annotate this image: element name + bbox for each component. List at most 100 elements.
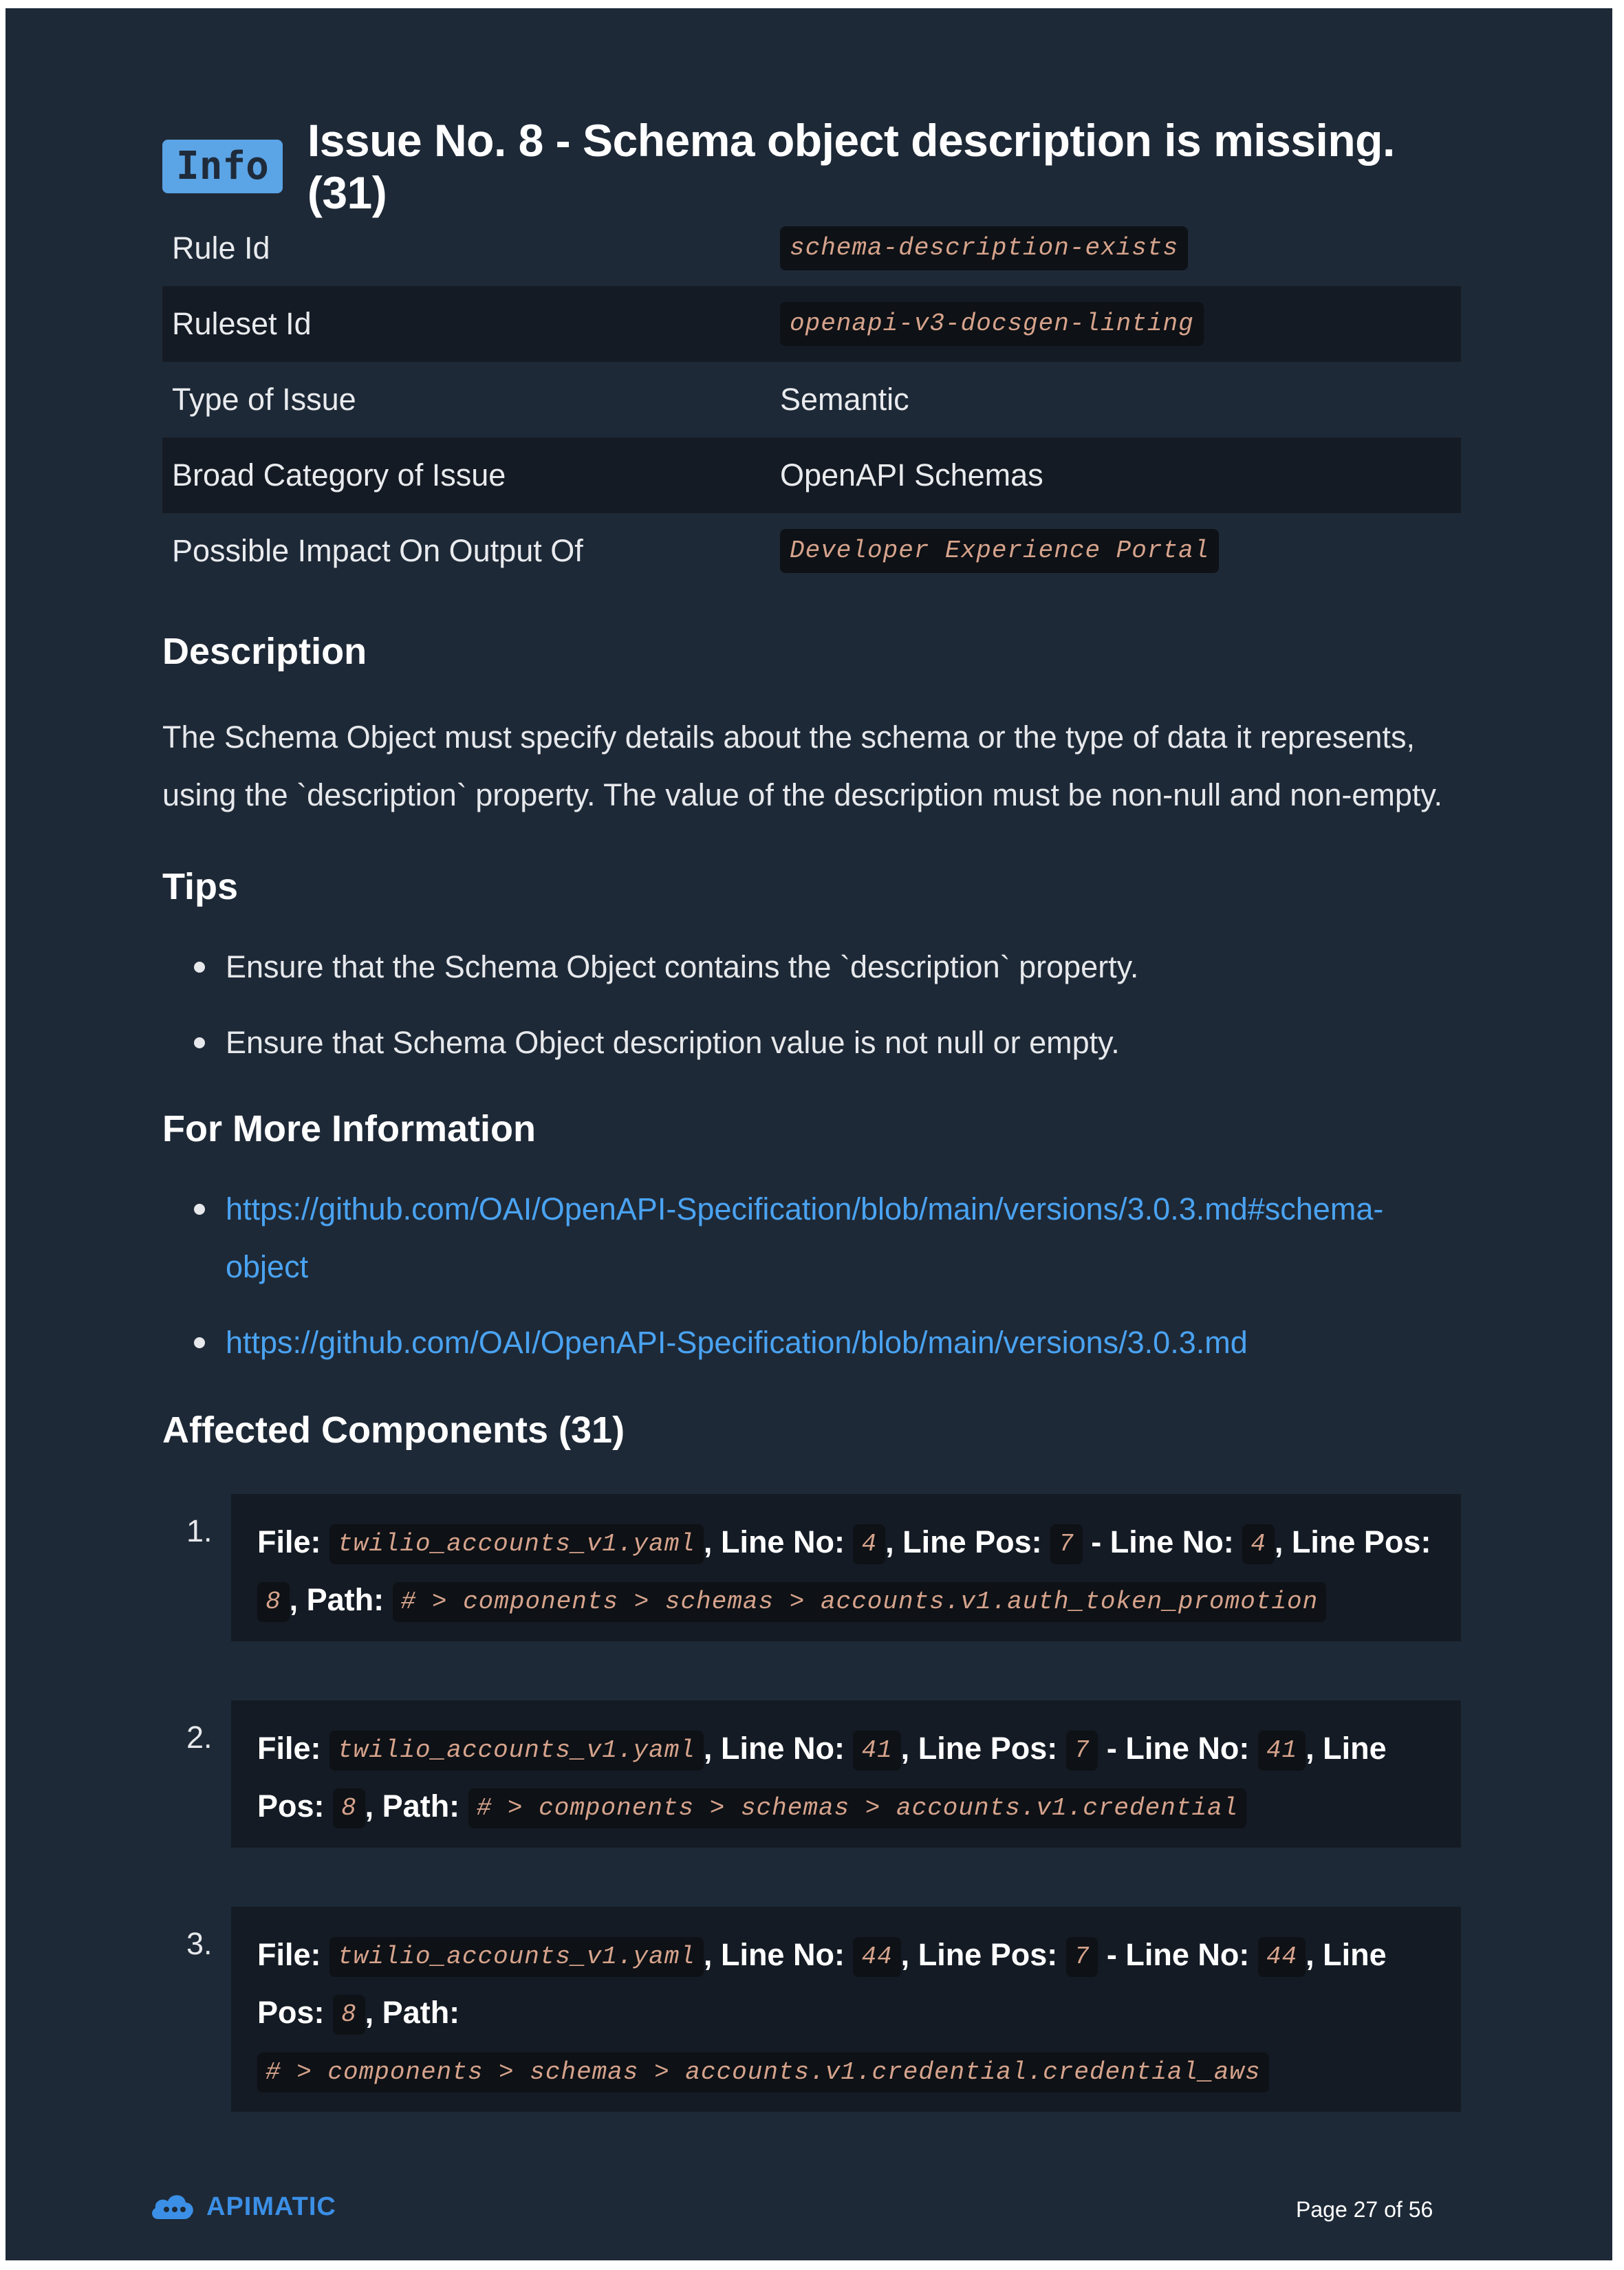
- separator: ,: [1274, 1524, 1284, 1559]
- line-no-label: Line No:: [720, 1524, 845, 1559]
- separator: -: [1106, 1937, 1117, 1972]
- line-no-label: Line No:: [1125, 1937, 1250, 1972]
- line-pos-label: Line Pos:: [902, 1524, 1042, 1559]
- separator: ,: [703, 1731, 713, 1766]
- bullet-icon: [194, 1337, 205, 1348]
- end-line: 4: [1242, 1524, 1275, 1565]
- separator: ,: [885, 1524, 894, 1559]
- list-item: https://github.com/OAI/OpenAPI-Specifica…: [162, 1180, 1461, 1296]
- separator: ,: [365, 1788, 374, 1824]
- info-key: Possible Impact On Output Of: [172, 533, 583, 568]
- list-item: Ensure that the Schema Object contains t…: [162, 938, 1461, 996]
- end-pos: 8: [257, 1582, 290, 1623]
- page: Info Issue No. 8 - Schema object descrip…: [6, 8, 1612, 2260]
- info-value: schema-description-exists: [780, 210, 1461, 286]
- line-pos-label: Line Pos:: [918, 1731, 1058, 1766]
- issue-title: Issue No. 8 - Schema object description …: [307, 115, 1395, 218]
- separator: ,: [703, 1937, 713, 1972]
- line-no-label: Line No:: [1109, 1524, 1234, 1559]
- spec-link[interactable]: https://github.com/OAI/OpenAPI-Specifica…: [226, 1325, 1248, 1360]
- item-number: 1.: [186, 1513, 213, 1548]
- path-label: Path:: [306, 1582, 385, 1617]
- component-details: File: twilio_accounts_v1.yaml, Line No: …: [231, 1700, 1461, 1848]
- end-line: 41: [1257, 1731, 1306, 1771]
- affected-component-3: 3. File: twilio_accounts_v1.yaml, Line N…: [162, 1907, 1461, 2112]
- start-line: 41: [853, 1731, 901, 1771]
- schema-path: # > components > schemas > accounts.v1.c…: [257, 2053, 1269, 2093]
- info-row-impact: Possible Impact On Output Of Developer E…: [162, 513, 1461, 589]
- severity-badge: Info: [162, 140, 283, 193]
- issue-info-table: Rule Id schema-description-exists Rulese…: [162, 210, 1461, 589]
- separator: ,: [703, 1524, 713, 1559]
- info-key: Type of Issue: [172, 382, 356, 417]
- line-no-label: Line No:: [1125, 1731, 1250, 1766]
- schema-path: # > components > schemas > accounts.v1.a…: [392, 1582, 1327, 1623]
- tip-text: Ensure that Schema Object description va…: [226, 1025, 1120, 1060]
- list-item: Ensure that Schema Object description va…: [162, 1014, 1461, 1072]
- end-pos: 8: [333, 1995, 365, 2035]
- component-details: File: twilio_accounts_v1.yaml, Line No: …: [231, 1907, 1461, 2112]
- component-details: File: twilio_accounts_v1.yaml, Line No: …: [231, 1494, 1461, 1641]
- path-label: Path:: [382, 1788, 460, 1824]
- affected-components-heading: Affected Components (31): [162, 1409, 625, 1451]
- separator: ,: [289, 1582, 299, 1617]
- separator: ,: [900, 1937, 910, 1972]
- code-chip: Developer Experience Portal: [780, 529, 1220, 573]
- path-label: Path:: [382, 1995, 460, 2030]
- info-row-type: Type of Issue Semantic: [162, 362, 1461, 437]
- info-value: Developer Experience Portal: [780, 513, 1461, 589]
- info-value: openapi-v3-docsgen-linting: [780, 286, 1461, 362]
- info-key: Ruleset Id: [172, 306, 312, 341]
- info-key: Broad Category of Issue: [172, 457, 506, 493]
- content: Info Issue No. 8 - Schema object descrip…: [162, 115, 1461, 2112]
- schema-path: # > components > schemas > accounts.v1.c…: [468, 1788, 1247, 1829]
- separator: ,: [1306, 1937, 1314, 1972]
- line-no-label: Line No:: [720, 1731, 845, 1766]
- info-row-category: Broad Category of Issue OpenAPI Schemas: [162, 437, 1461, 513]
- separator: ,: [900, 1731, 910, 1766]
- line-no-label: Line No:: [720, 1937, 845, 1972]
- file-name: twilio_accounts_v1.yaml: [329, 1731, 704, 1771]
- affected-component-2: 2. File: twilio_accounts_v1.yaml, Line N…: [162, 1700, 1461, 1848]
- info-row-ruleset-id: Ruleset Id openapi-v3-docsgen-linting: [162, 286, 1461, 362]
- description-text: The Schema Object must specify details a…: [162, 720, 1443, 812]
- list-item: https://github.com/OAI/OpenAPI-Specifica…: [162, 1314, 1461, 1372]
- file-label: File:: [257, 1524, 321, 1559]
- description-heading: Description: [162, 631, 367, 672]
- info-row-rule-id: Rule Id schema-description-exists: [162, 210, 1461, 286]
- end-line: 44: [1257, 1937, 1306, 1978]
- start-pos: 7: [1065, 1937, 1098, 1978]
- affected-component-1: 1. File: twilio_accounts_v1.yaml, Line N…: [162, 1494, 1461, 1641]
- info-value: OpenAPI Schemas: [780, 457, 1043, 493]
- start-line: 4: [853, 1524, 886, 1565]
- links-list: https://github.com/OAI/OpenAPI-Specifica…: [162, 1180, 1461, 1372]
- page-number: Page 27 of 56: [1296, 2197, 1433, 2222]
- line-pos-label: Line Pos:: [1291, 1524, 1431, 1559]
- item-number: 3.: [186, 1926, 213, 1961]
- separator: -: [1091, 1524, 1102, 1559]
- separator: -: [1106, 1731, 1117, 1766]
- info-key: Rule Id: [172, 230, 270, 266]
- code-chip: schema-description-exists: [780, 226, 1189, 270]
- info-value: Semantic: [780, 382, 909, 417]
- tips-heading: Tips: [162, 866, 239, 907]
- file-name: twilio_accounts_v1.yaml: [329, 1937, 704, 1978]
- cloud-logo-icon: [152, 2195, 193, 2219]
- end-pos: 8: [333, 1788, 365, 1829]
- separator: ,: [365, 1995, 374, 2030]
- brand-name: APIMATIC: [206, 2192, 336, 2221]
- separator: ,: [1306, 1731, 1314, 1766]
- file-label: File:: [257, 1731, 321, 1766]
- tips-list: Ensure that the Schema Object contains t…: [162, 938, 1461, 1072]
- file-label: File:: [257, 1937, 321, 1972]
- bullet-icon: [194, 1037, 205, 1048]
- bullet-icon: [194, 1204, 205, 1215]
- start-pos: 7: [1050, 1524, 1083, 1565]
- spec-link-schema-object[interactable]: https://github.com/OAI/OpenAPI-Specifica…: [226, 1191, 1383, 1284]
- file-name: twilio_accounts_v1.yaml: [329, 1524, 704, 1565]
- line-pos-label: Line Pos:: [918, 1937, 1058, 1972]
- more-info-heading: For More Information: [162, 1108, 536, 1149]
- start-pos: 7: [1065, 1731, 1098, 1771]
- issue-header: Info Issue No. 8 - Schema object descrip…: [162, 115, 1461, 218]
- item-number: 2.: [186, 1720, 213, 1755]
